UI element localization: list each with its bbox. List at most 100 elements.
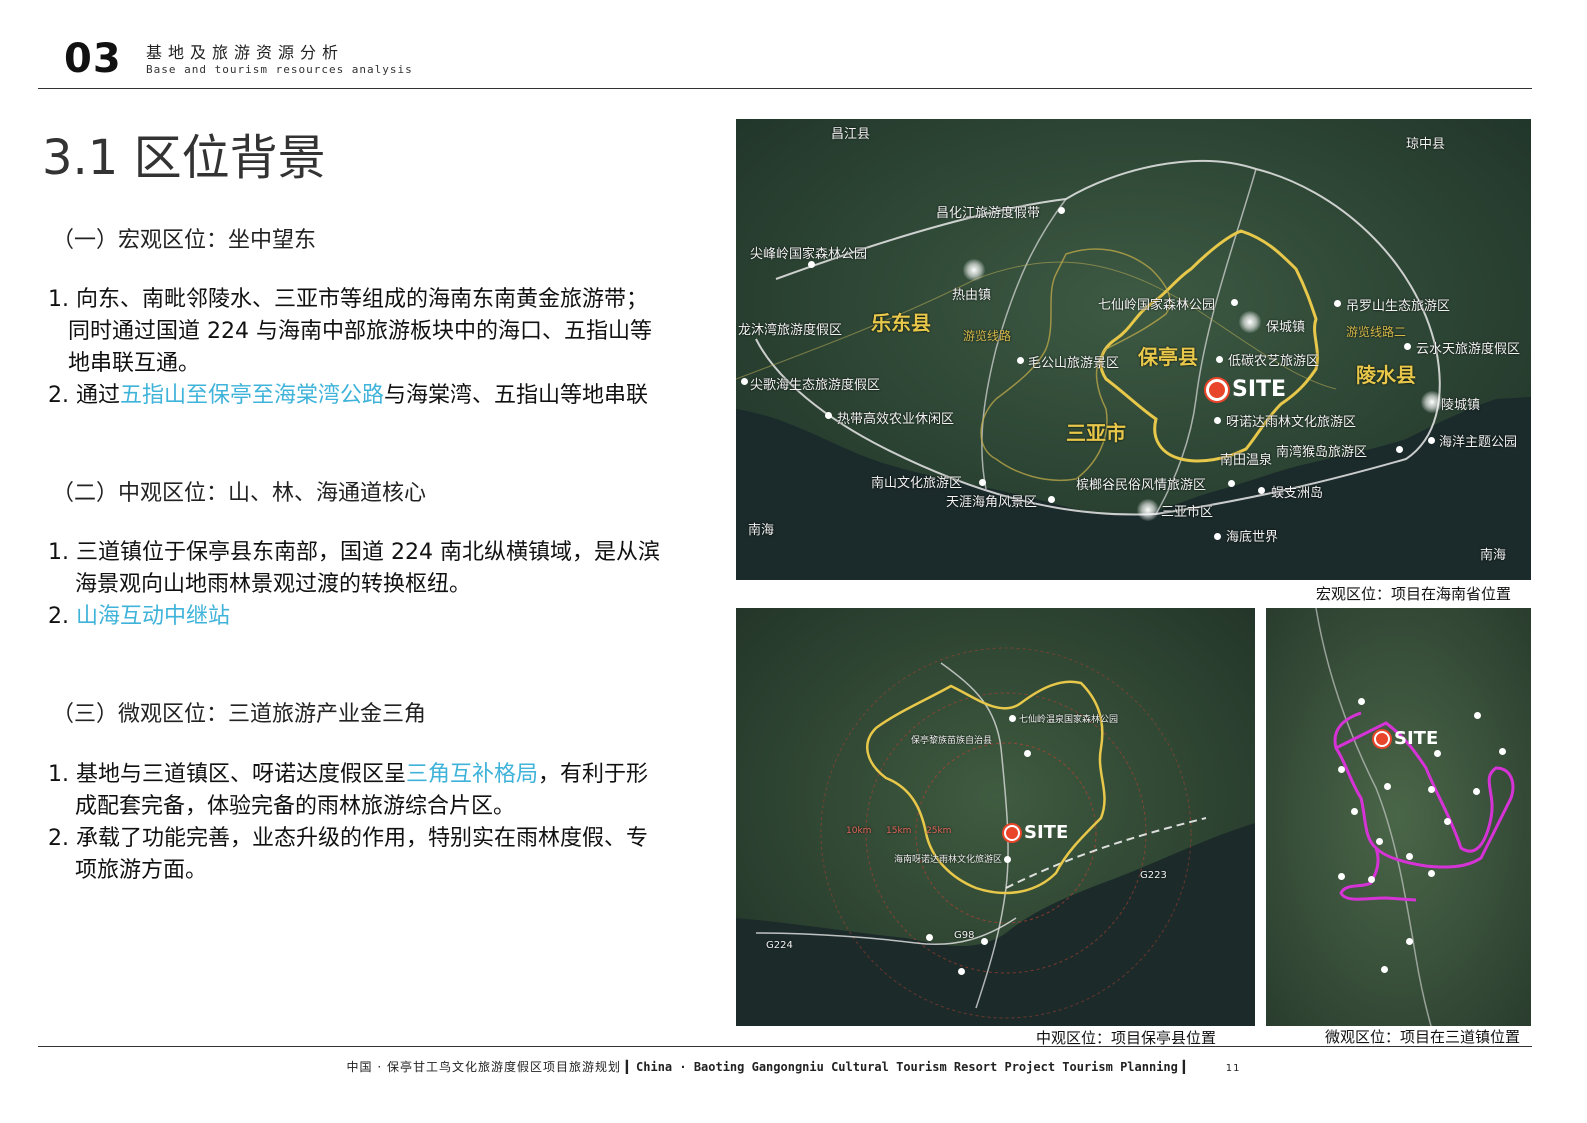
map-point (1499, 748, 1506, 755)
map-point (1214, 533, 1221, 540)
town-glow (1137, 499, 1159, 521)
ring-label-10km: 10km (846, 826, 872, 836)
site-marker-label: SITE (1394, 728, 1439, 749)
meso-line-1: 1. 三道镇位于保亭县东南部，国道 224 南北纵横镇域，是从滨 (48, 540, 660, 565)
label-nantian: 南田温泉 (1220, 453, 1273, 468)
label-nanwan: 南湾猴岛旅游区 (1276, 445, 1368, 460)
label-qixian: 七仙岭温泉国家森林公园 (1019, 715, 1119, 725)
map-point (1017, 357, 1024, 364)
map-point (979, 479, 986, 486)
map-point (1474, 712, 1481, 719)
page-number: 11 (1225, 1063, 1241, 1074)
map-point (1444, 818, 1451, 825)
section-heading-macro: （一）宏观区位：坐中望东 (52, 228, 317, 253)
label-wuzhizhou: 蜈支洲岛 (1271, 486, 1324, 501)
map-point (1351, 808, 1358, 815)
map-point (1058, 207, 1065, 214)
map-point (1406, 853, 1413, 860)
meso-location-map: 七仙岭温泉国家森林公园 保亭黎族苗族自治县 SITE 海南呀诺达雨林文化旅游区 … (736, 608, 1255, 1026)
map-point (1428, 786, 1435, 793)
site-marker-icon (1206, 378, 1228, 401)
label-haiyang: 海洋主题公园 (1439, 435, 1518, 450)
site-marker-label: SITE (1024, 822, 1069, 843)
label-jianfengling: 尖峰岭国家森林公园 (750, 247, 868, 262)
site-marker-meso: SITE (1004, 822, 1068, 843)
map-point (1009, 715, 1016, 722)
map-point (1428, 870, 1435, 877)
micro-map-graphic (1266, 608, 1531, 1026)
label-nanhai-west: 南海 (748, 523, 775, 538)
footer-divider (38, 1046, 1532, 1047)
label-reyun: 热带高效农业休闲区 (837, 412, 955, 427)
map-point (958, 968, 965, 975)
map-point (1368, 876, 1375, 883)
site-marker-micro: SITE (1374, 728, 1438, 749)
label-redai: 热由镇 (952, 288, 992, 303)
map-point (1024, 750, 1031, 757)
micro-location-map: SITE (1266, 608, 1531, 1026)
town-glow (963, 259, 985, 281)
label-nanshan: 南山文化旅游区 (871, 476, 963, 491)
map-point (1473, 788, 1480, 795)
map-point (808, 261, 815, 268)
map-point (1358, 698, 1365, 705)
label-changjiang: 昌江县 (831, 127, 871, 142)
label-lingshui: 陵水县 (1356, 363, 1416, 387)
map-point (1384, 783, 1391, 790)
map-point (1214, 417, 1221, 424)
label-lingcheng: 陵城镇 (1441, 398, 1481, 413)
chapter-title-cn: 基地及旅游资源分析 (146, 43, 345, 62)
label-maogong: 毛公山旅游景区 (1028, 356, 1120, 371)
meso-map-graphic (736, 608, 1255, 1026)
macro-item-1-line1: 1. 向东、南毗邻陵水、三亚市等组成的海南东南黄金旅游带； (48, 287, 648, 312)
map-point (825, 412, 832, 419)
micro-line-2: 成配套完备，体验完备的雨林旅游综合片区。 (75, 794, 516, 819)
road-label-g224: G224 (766, 940, 793, 951)
map-point (1338, 873, 1345, 880)
label-jiange: 尖歌海生态旅游度假区 (750, 378, 881, 393)
macro-item-2-suffix: 与海棠湾、五指山等地串联 (384, 383, 649, 408)
map-point (1334, 300, 1341, 307)
label-qixianling: 七仙岭国家森林公园 (1098, 298, 1216, 313)
map-point (1258, 487, 1265, 494)
label-youlan2: 游览线路二 (1346, 325, 1407, 339)
section-body-meso: 1. 三道镇位于保亭县东南部，国道 224 南北纵横镇域，是从滨 海景观向山地雨… (48, 537, 708, 633)
label-changhuajiang: 昌化江旅游度假带 (936, 206, 1041, 221)
meso-line-2: 海景观向山地雨林景观过渡的转换枢纽。 (75, 572, 472, 597)
section-body-macro: 1. 向东、南毗邻陵水、三亚市等组成的海南东南黄金旅游带； 同时通过国道 224… (48, 284, 708, 412)
map-point (1338, 766, 1345, 773)
micro-line-1-prefix: 1. 基地与三道镇区、呀诺达度假区呈 (48, 762, 406, 787)
macro-map-graphic (736, 119, 1531, 580)
road-label-g98: G98 (954, 930, 975, 941)
label-binlang: 槟榔谷民俗风情旅游区 (1076, 478, 1207, 493)
label-yanuoda: 呀诺达雨林文化旅游区 (1226, 415, 1357, 430)
map-point (1376, 838, 1383, 845)
map-point (1428, 437, 1435, 444)
macro-map-caption: 宏观区位：项目在海南省位置 (1316, 585, 1512, 603)
footer-cn: 中国 · 保亭甘工鸟文化旅游度假区项目旅游规划 (346, 1060, 621, 1074)
macro-location-map: 昌江县 琼中县 昌化江旅游度假带 尖峰岭国家森林公园 热由镇 乐东县 龙沐湾旅游… (736, 119, 1531, 580)
label-tianya: 天涯海角风景区 (946, 495, 1038, 510)
label-diaoluo: 吊罗山生态旅游区 (1346, 299, 1451, 314)
section-heading-micro: （三）微观区位：三道旅游产业金三角 (52, 702, 427, 727)
map-point (1406, 938, 1413, 945)
micro-line-3: 2. 承载了功能完善，业态升级的作用，特别实在雨林度假、专 (48, 826, 648, 851)
micro-map-caption: 微观区位：项目在三道镇位置 (1325, 1028, 1521, 1046)
site-marker-macro: SITE (1206, 377, 1286, 402)
label-yunshui: 云水天旅游度假区 (1416, 342, 1521, 357)
chapter-number: 03 (64, 36, 122, 82)
map-point (1228, 480, 1235, 487)
section-heading-meso: （二）中观区位：山、林、海通道核心 (52, 481, 427, 506)
section-body-micro: 1. 基地与三道镇区、呀诺达度假区呈三角互补格局，有利于形 成配套完备，体验完备… (48, 759, 708, 887)
meso-line-3-prefix: 2. (48, 604, 76, 629)
chapter-title-en: Base and tourism resources analysis (146, 63, 413, 76)
micro-line-4: 项旅游方面。 (75, 858, 208, 883)
macro-item-2-prefix: 2. 通过 (48, 383, 120, 408)
micro-line-1-highlight: 三角互补格局 (406, 762, 539, 787)
map-point (1048, 496, 1055, 503)
meso-map-caption: 中观区位：项目保亭县位置 (1036, 1029, 1217, 1047)
label-baocheng: 保城镇 (1266, 320, 1306, 335)
road-label-g223: G223 (1140, 870, 1167, 881)
label-nanhai-east: 南海 (1480, 548, 1507, 563)
site-marker-icon (1374, 730, 1390, 747)
